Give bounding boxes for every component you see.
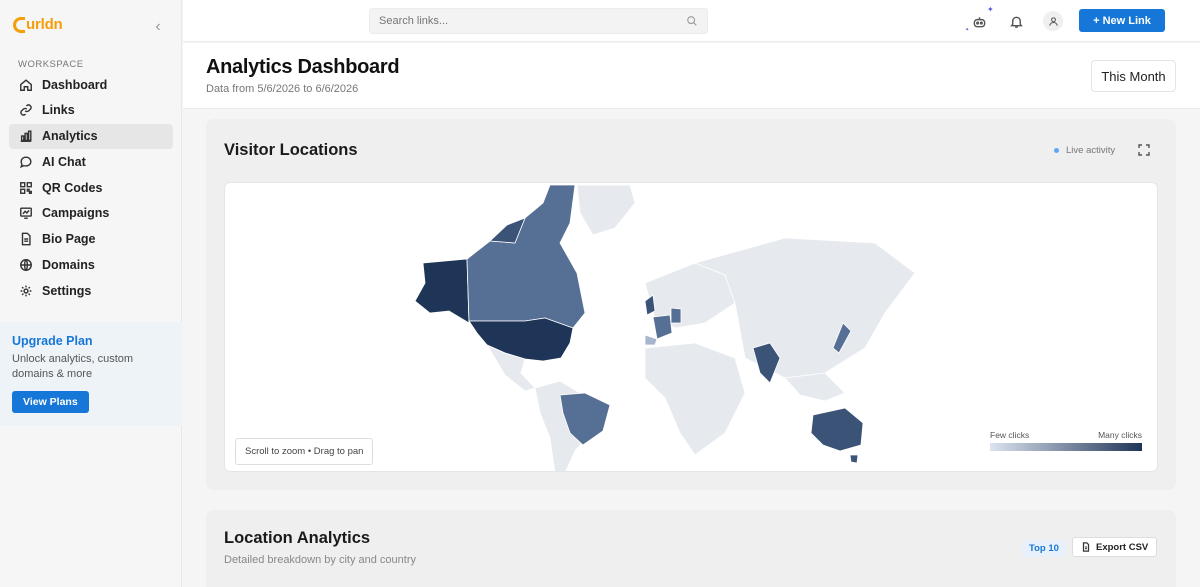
sidebar-item-label: AI Chat (42, 154, 86, 169)
export-csv-button[interactable]: Export CSV (1072, 537, 1158, 557)
live-dot-icon (1054, 148, 1059, 153)
map-region-africa (644, 342, 746, 456)
map-legend: Few clicks Many clicks (990, 430, 1142, 451)
map-region-alaska (414, 258, 470, 324)
collapse-sidebar-button[interactable]: ‹ (150, 19, 166, 35)
sidebar-item-settings[interactable]: Settings (9, 278, 173, 303)
map-region-spain (644, 334, 658, 346)
sparkle-icon: ✦ (965, 27, 970, 33)
chat-icon (19, 155, 33, 169)
sidebar: urldn ‹ WORKSPACE Dashboard Links Analyt… (0, 0, 182, 587)
map-region-usa (468, 317, 574, 362)
home-icon (19, 78, 33, 92)
sidebar-item-domains[interactable]: Domains (9, 253, 173, 278)
top-bar: ✦ ✦ + New Link (183, 0, 1200, 42)
legend-low-label: Few clicks (990, 430, 1030, 440)
file-icon (1082, 542, 1090, 552)
robot-icon (973, 16, 985, 27)
world-map-canvas (414, 184, 916, 471)
sidebar-item-ai-chat[interactable]: AI Chat (9, 149, 173, 174)
map-region-canada (466, 184, 586, 329)
link-icon (19, 103, 33, 117)
page-title: Analytics Dashboard (206, 56, 400, 78)
brand-name: urldn (26, 16, 63, 33)
notifications-button[interactable] (1006, 11, 1026, 31)
new-link-button[interactable]: + New Link (1079, 9, 1165, 32)
fullscreen-icon[interactable] (1137, 143, 1151, 157)
card-title: Location Analytics (224, 529, 371, 547)
brand-logo-icon (13, 16, 25, 33)
workspace-label: WORKSPACE (18, 59, 84, 70)
map-region-southeast-asia (784, 372, 846, 402)
bar-chart-icon (19, 129, 33, 143)
sidebar-item-analytics[interactable]: Analytics (9, 123, 173, 149)
sidebar-item-dashboard[interactable]: Dashboard (9, 72, 173, 97)
sidebar-nav: Dashboard Links Analytics AI Chat QR Cod… (9, 72, 173, 304)
map-region-tasmania (849, 454, 859, 464)
campaign-icon (19, 206, 33, 220)
user-icon (1048, 16, 1058, 26)
sidebar-item-label: Campaigns (42, 206, 110, 221)
map-region-france (652, 314, 673, 340)
gear-icon (19, 284, 33, 298)
app-root: urldn ‹ WORKSPACE Dashboard Links Analyt… (0, 0, 1200, 587)
qr-code-icon (19, 181, 33, 195)
sidebar-item-qr-codes[interactable]: QR Codes (9, 175, 173, 200)
map-region-uk (644, 294, 656, 316)
ai-assistant-button[interactable] (969, 11, 989, 31)
map-zoom-hint: Scroll to zoom • Drag to pan (235, 438, 374, 465)
sidebar-item-campaigns[interactable]: Campaigns (9, 201, 173, 226)
bell-icon (1009, 16, 1023, 28)
search-input[interactable] (369, 8, 708, 34)
page-header: Analytics Dashboard Data from 5/6/2026 t… (183, 43, 1200, 109)
user-avatar[interactable] (1043, 11, 1063, 31)
map-region-greenland (576, 184, 636, 236)
globe-icon (19, 258, 33, 272)
upgrade-panel: Upgrade Plan Unlock analytics, custom do… (0, 322, 182, 426)
visitor-locations-card: Visitor Locations Live activity Scroll t… (206, 119, 1176, 490)
sidebar-item-bio-page[interactable]: Bio Page (9, 227, 173, 252)
document-icon (19, 232, 33, 246)
legend-high-label: Many clicks (1098, 430, 1142, 440)
live-activity-label: Live activity (1066, 145, 1116, 156)
world-map[interactable]: Scroll to zoom • Drag to pan Few clicks … (224, 182, 1158, 472)
brand-logo[interactable]: urldn (13, 16, 63, 33)
upgrade-description: Unlock analytics, custom domains & more (12, 353, 134, 380)
legend-gradient (990, 443, 1142, 451)
search-icon (687, 16, 697, 26)
card-title: Visitor Locations (224, 141, 358, 159)
sidebar-item-label: QR Codes (42, 180, 103, 195)
view-plans-button[interactable]: View Plans (12, 391, 89, 413)
sidebar-item-label: Bio Page (42, 232, 96, 247)
location-analytics-card: Location Analytics Detailed breakdown by… (206, 510, 1176, 587)
map-region-australia (810, 407, 864, 452)
sidebar-item-label: Settings (42, 283, 92, 298)
sparkle-icon: ✦ (987, 5, 994, 14)
date-range-selector[interactable]: This Month (1091, 60, 1176, 92)
sidebar-item-label: Domains (42, 258, 95, 273)
live-activity-indicator: Live activity (1054, 145, 1115, 156)
sidebar-item-label: Links (42, 103, 75, 118)
export-csv-label: Export CSV (1096, 541, 1149, 553)
top-10-badge[interactable]: Top 10 (1022, 540, 1066, 557)
map-region-germany (670, 307, 682, 324)
sidebar-item-links[interactable]: Links (9, 98, 173, 123)
card-subtitle: Detailed breakdown by city and country (224, 554, 416, 566)
sidebar-item-label: Dashboard (42, 77, 108, 92)
sidebar-item-label: Analytics (42, 129, 98, 144)
upgrade-title: Upgrade Plan (12, 334, 93, 348)
chevron-left-icon: ‹ (155, 18, 161, 35)
date-range-text: Data from 5/6/2026 to 6/6/2026 (206, 83, 359, 95)
